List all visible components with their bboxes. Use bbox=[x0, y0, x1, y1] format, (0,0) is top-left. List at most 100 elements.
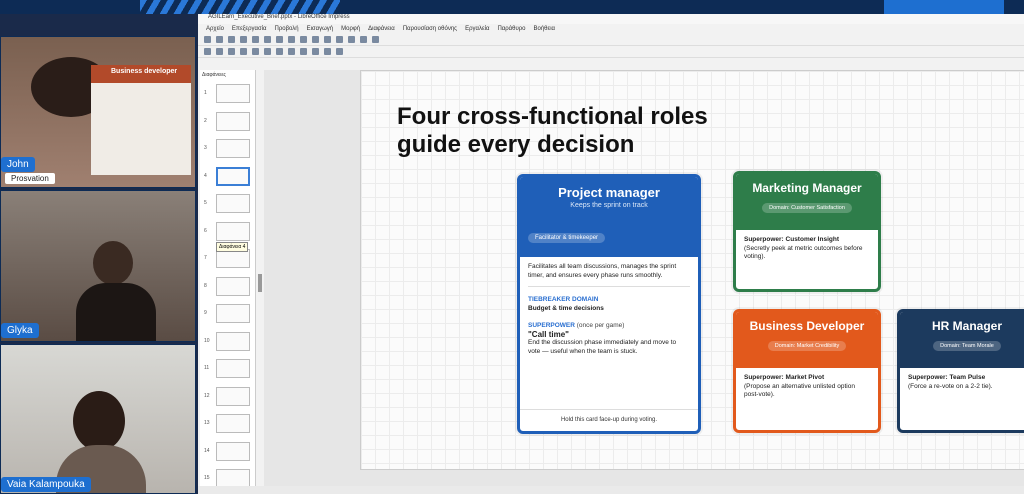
slide-thumbnail[interactable] bbox=[216, 331, 250, 351]
slide-thumb-number: 10 bbox=[204, 337, 210, 344]
superpower-description: (Force a re-vote on a 2-2 tie). bbox=[908, 382, 993, 390]
slide-thumb-number: 7 bbox=[204, 255, 207, 261]
slide-thumbnail[interactable] bbox=[216, 386, 250, 406]
slide-thumbnail[interactable] bbox=[216, 414, 250, 433]
print-icon[interactable] bbox=[252, 36, 259, 43]
undo-icon[interactable] bbox=[300, 36, 307, 43]
slide-thumb-number: 14 bbox=[204, 447, 210, 454]
menu-format[interactable]: Μορφή bbox=[341, 26, 360, 32]
card-body: Superpower: Team Pulse (Force a re-vote … bbox=[900, 368, 1024, 397]
slide-thumbnail[interactable] bbox=[216, 166, 250, 186]
textbox-icon[interactable] bbox=[360, 36, 367, 43]
held-card-title: Business developer bbox=[111, 68, 178, 75]
export-pdf-icon[interactable] bbox=[240, 36, 247, 43]
rotate-icon[interactable] bbox=[336, 48, 343, 55]
panel-splitter[interactable] bbox=[258, 274, 262, 292]
slide-thumbnail[interactable] bbox=[216, 194, 250, 213]
menu-file[interactable]: Αρχείο bbox=[206, 26, 224, 32]
slide-thumbnail[interactable] bbox=[216, 276, 250, 296]
shapes-icon[interactable] bbox=[312, 48, 319, 55]
card-body: Superpower: Customer Insight (Secretly p… bbox=[736, 230, 878, 268]
menu-slideshow[interactable]: Παρουσίαση οθόνης bbox=[403, 26, 457, 32]
menu-tools[interactable]: Εργαλεία bbox=[465, 26, 489, 32]
menu-edit[interactable]: Επεξεργασία bbox=[232, 26, 267, 32]
slide-thumbnail[interactable] bbox=[216, 359, 250, 378]
fill-color-icon[interactable] bbox=[240, 48, 247, 55]
slide-heading[interactable]: Four cross-functional roles guide every … bbox=[397, 103, 737, 159]
slide-thumb-number: 5 bbox=[204, 200, 207, 206]
text-icon[interactable] bbox=[228, 48, 235, 55]
menu-view[interactable]: Προβολή bbox=[275, 26, 299, 32]
card-project-manager[interactable]: Project manager Keeps the sprint on trac… bbox=[517, 174, 701, 434]
slide-thumbnail[interactable] bbox=[216, 111, 250, 131]
participant-name-tag: John bbox=[1, 157, 35, 172]
line-icon[interactable] bbox=[252, 48, 259, 55]
slide-thumbnail[interactable] bbox=[216, 441, 250, 461]
superpower-name: Superpower: Team Pulse bbox=[908, 374, 986, 381]
rectangle-icon[interactable] bbox=[264, 48, 271, 55]
card-header: Marketing Manager Domain: Customer Satis… bbox=[736, 174, 878, 230]
card-header: HR Manager Domain: Team Morale bbox=[900, 312, 1024, 368]
image-icon[interactable] bbox=[336, 36, 343, 43]
stream-top-banner bbox=[0, 0, 1024, 14]
menu-help[interactable]: Βοήθεια bbox=[534, 26, 556, 32]
copy-icon[interactable] bbox=[276, 36, 283, 43]
cut-icon[interactable] bbox=[264, 36, 271, 43]
card-business-developer[interactable]: Business Developer Domain: Market Credib… bbox=[733, 309, 881, 433]
card-hr-manager[interactable]: HR Manager Domain: Team Morale Superpowe… bbox=[897, 309, 1024, 433]
card-title: Marketing Manager bbox=[752, 181, 862, 195]
menu-insert[interactable]: Εισαγωγή bbox=[307, 26, 334, 32]
table-icon[interactable] bbox=[324, 36, 331, 43]
slide-thumb-number: 13 bbox=[204, 420, 210, 426]
arrow-icon[interactable] bbox=[288, 48, 295, 55]
held-role-card: Business developer bbox=[91, 65, 191, 175]
current-slide[interactable]: Four cross-functional roles guide every … bbox=[360, 70, 1024, 470]
video-tile-vaia[interactable]: Vaia Kalampouka bbox=[0, 344, 196, 494]
card-footer: Hold this card face-up during voting. bbox=[520, 409, 698, 431]
menu-window[interactable]: Παράθυρο bbox=[497, 26, 525, 32]
slide-thumbnail[interactable] bbox=[216, 139, 250, 158]
open-icon[interactable] bbox=[216, 36, 223, 43]
menu-slide[interactable]: Διαφάνεια bbox=[368, 26, 395, 32]
slide-thumb-number: 8 bbox=[204, 282, 207, 289]
participant-subtitle: Prosvation bbox=[5, 173, 55, 184]
card-header: Business Developer Domain: Market Credib… bbox=[736, 312, 878, 368]
slide-thumbnail[interactable] bbox=[216, 221, 250, 241]
video-tile-john[interactable]: Business developer John Prosvation bbox=[0, 36, 196, 188]
card-description: Facilitates all team discussions, manage… bbox=[528, 263, 677, 279]
save-icon[interactable] bbox=[228, 36, 235, 43]
superpower-note: (once per game) bbox=[576, 322, 625, 329]
slide-thumbnail[interactable] bbox=[216, 84, 250, 103]
new-icon[interactable] bbox=[204, 36, 211, 43]
zoom-icon[interactable] bbox=[216, 48, 223, 55]
chart-icon[interactable] bbox=[348, 36, 355, 43]
domain-pill: Domain: Team Morale bbox=[933, 341, 1001, 351]
participant-video bbox=[93, 241, 133, 285]
card-title: HR Manager bbox=[931, 319, 1002, 333]
card-marketing-manager[interactable]: Marketing Manager Domain: Customer Satis… bbox=[733, 171, 881, 292]
card-body: Superpower: Market Pivot (Propose an alt… bbox=[736, 368, 878, 406]
superpower-description: (Propose an alternative unlisted option … bbox=[744, 382, 855, 399]
slide-thumb-number: 15 bbox=[204, 475, 210, 481]
ellipse-icon[interactable] bbox=[276, 48, 283, 55]
card-body: Facilitates all team discussions, manage… bbox=[520, 257, 698, 362]
align-icon[interactable] bbox=[324, 48, 331, 55]
curve-icon[interactable] bbox=[300, 48, 307, 55]
menu-bar: Αρχείο Επεξεργασία Προβολή Εισαγωγή Μορφ… bbox=[198, 24, 1024, 34]
participant-video bbox=[73, 391, 125, 451]
card-title: Project manager bbox=[558, 185, 660, 200]
slide-thumbnail[interactable] bbox=[216, 304, 250, 323]
superpower-name: "Call time" bbox=[528, 329, 569, 339]
video-tile-glyka[interactable]: Glyka bbox=[0, 190, 196, 342]
slide-thumb-number: 2 bbox=[204, 117, 207, 124]
slide-thumb-number: 1 bbox=[204, 90, 207, 96]
domain-pill: Domain: Market Credibility bbox=[767, 341, 847, 351]
domain-label: TIEBREAKER DOMAIN bbox=[528, 296, 599, 303]
redo-icon[interactable] bbox=[312, 36, 319, 43]
slideshow-icon[interactable] bbox=[372, 36, 379, 43]
superpower-description: End the discussion phase immediately and… bbox=[528, 339, 677, 355]
paste-icon[interactable] bbox=[288, 36, 295, 43]
domain-value: Budget & time decisions bbox=[528, 304, 604, 312]
select-icon[interactable] bbox=[204, 48, 211, 55]
card-title: Business Developer bbox=[749, 319, 865, 333]
